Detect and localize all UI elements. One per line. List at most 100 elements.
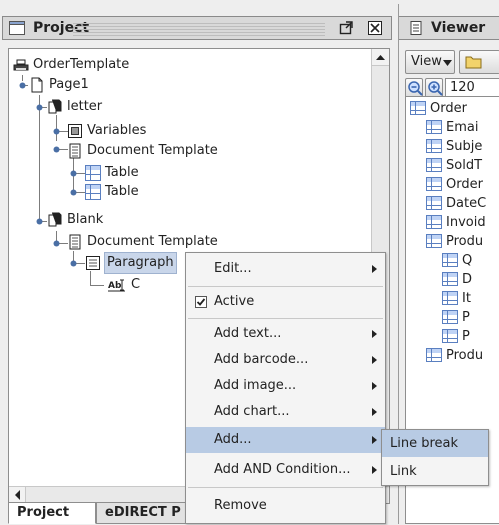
table-icon: [426, 348, 442, 362]
document-icon: [69, 143, 81, 159]
tree-label: Table: [105, 184, 139, 199]
variables-icon: [68, 124, 82, 138]
menu-item-add-image[interactable]: Add image...: [186, 373, 385, 399]
viewer-tree-label: Q: [462, 253, 473, 268]
viewer-tree-label: Order: [446, 177, 483, 192]
menu-item-active[interactable]: Active: [186, 289, 385, 315]
expand-toggle-icon[interactable]: [69, 259, 78, 268]
panel-window-icon: [9, 21, 25, 35]
table-icon: [442, 253, 458, 267]
menu-item-label: Active: [214, 294, 255, 309]
close-icon[interactable]: [367, 21, 383, 35]
table-icon: [442, 291, 458, 305]
tab-project[interactable]: Project: [8, 502, 96, 524]
view-dropdown-label: View: [411, 54, 442, 69]
expand-toggle-icon[interactable]: [52, 239, 61, 248]
tree-label: OrderTemplate: [33, 57, 130, 72]
submenu-arrow-icon: [372, 356, 377, 364]
viewer-tree-label: P: [462, 329, 470, 344]
viewer-panel-header: Viewer: [399, 16, 499, 40]
table-icon: [442, 272, 458, 286]
submenu-arrow-icon: [372, 408, 377, 416]
menu-item-add-chart[interactable]: Add chart...: [186, 399, 385, 425]
viewer-tree-label: P: [462, 310, 470, 325]
viewer-tree-label: Subje: [446, 139, 483, 154]
menu-separator: [188, 487, 383, 488]
viewer-tree-label: Emai: [446, 120, 479, 135]
tree-label: Page1: [49, 77, 89, 92]
submenu-arrow-icon: [372, 466, 377, 474]
folder-icon: [465, 56, 482, 69]
table-icon: [85, 184, 101, 200]
zoom-out-icon: [408, 81, 423, 96]
tree-label-selected: Paragraph: [104, 252, 177, 274]
printer-icon: [13, 59, 29, 71]
zoom-level-field[interactable]: 120: [445, 78, 499, 98]
menu-separator: [188, 286, 383, 287]
submenu-item-link[interactable]: Link: [382, 458, 488, 485]
arrow-up-icon: [376, 55, 385, 60]
tree-label: letter: [67, 99, 103, 114]
tree-label: Document Template: [87, 234, 218, 249]
project-panel-header: Project: [2, 16, 392, 40]
menu-item-add-and-condition[interactable]: Add AND Condition...: [186, 457, 385, 483]
submenu-item-line-break[interactable]: Line break: [382, 430, 488, 457]
page-icon: [31, 77, 43, 93]
view-dropdown[interactable]: View: [405, 50, 455, 74]
viewer-tree-label: SoldT: [446, 158, 483, 173]
table-icon: [426, 139, 442, 153]
text-field-icon: Ab: [108, 279, 125, 292]
menu-item-label: Add...: [214, 432, 252, 447]
expand-toggle-icon[interactable]: [35, 103, 44, 112]
expand-toggle-icon[interactable]: [52, 145, 61, 154]
submenu-arrow-icon: [372, 436, 377, 444]
table-icon: [85, 165, 101, 181]
menu-item-label: Add chart...: [214, 404, 290, 419]
zoom-out-button[interactable]: [405, 78, 423, 98]
menu-item-label: Remove: [214, 498, 267, 513]
expand-toggle-icon[interactable]: [18, 81, 27, 90]
viewer-panel-title: Viewer: [431, 20, 486, 36]
svg-text:Ab: Ab: [108, 281, 122, 291]
tree-label: Blank: [67, 212, 104, 227]
viewer-tree-label: Produ: [446, 234, 484, 249]
scroll-left-button[interactable]: [9, 487, 26, 503]
menu-item-add-text[interactable]: Add text...: [186, 321, 385, 347]
menu-item-remove[interactable]: Remove: [186, 493, 385, 519]
submenu-arrow-icon: [372, 330, 377, 338]
zoom-in-button[interactable]: [425, 78, 443, 98]
submenu-arrow-icon: [372, 382, 377, 390]
table-icon: [410, 101, 426, 115]
paragraph-icon: [86, 256, 100, 270]
open-folder-button[interactable]: [459, 50, 499, 74]
add-submenu: Line break Link: [381, 429, 489, 486]
tree-label: Table: [105, 165, 139, 180]
menu-item-add-barcode[interactable]: Add barcode...: [186, 347, 385, 373]
maximize-icon[interactable]: [338, 21, 354, 35]
table-icon: [442, 310, 458, 324]
tree-label: C: [131, 277, 141, 292]
tree-label: Document Template: [87, 143, 218, 158]
zoom-in-icon: [428, 81, 443, 96]
menu-item-add[interactable]: Add...: [186, 427, 385, 453]
viewer-tree-label: Invoid: [446, 215, 486, 230]
menu-item-edit[interactable]: Edit...: [186, 256, 385, 282]
menu-separator: [188, 318, 383, 319]
viewer-tree-label: Produ: [446, 348, 484, 363]
chevron-down-icon: [443, 60, 452, 66]
viewer-tree-label: It: [462, 291, 471, 306]
table-icon: [426, 158, 442, 172]
viewer-tree-label: DateC: [446, 196, 487, 211]
expand-toggle-icon[interactable]: [35, 217, 44, 226]
arrow-left-icon: [15, 490, 20, 500]
pages-icon: [48, 99, 62, 114]
table-icon: [426, 177, 442, 191]
scroll-up-button[interactable]: [372, 49, 389, 66]
header-grip: [73, 21, 325, 36]
menu-item-label: Add text...: [214, 326, 282, 341]
document-icon: [410, 21, 422, 35]
leaf-node-icon: [70, 170, 77, 177]
viewer-tree-label: D: [462, 272, 473, 287]
tree-label: Variables: [87, 123, 147, 138]
document-icon: [69, 234, 81, 250]
